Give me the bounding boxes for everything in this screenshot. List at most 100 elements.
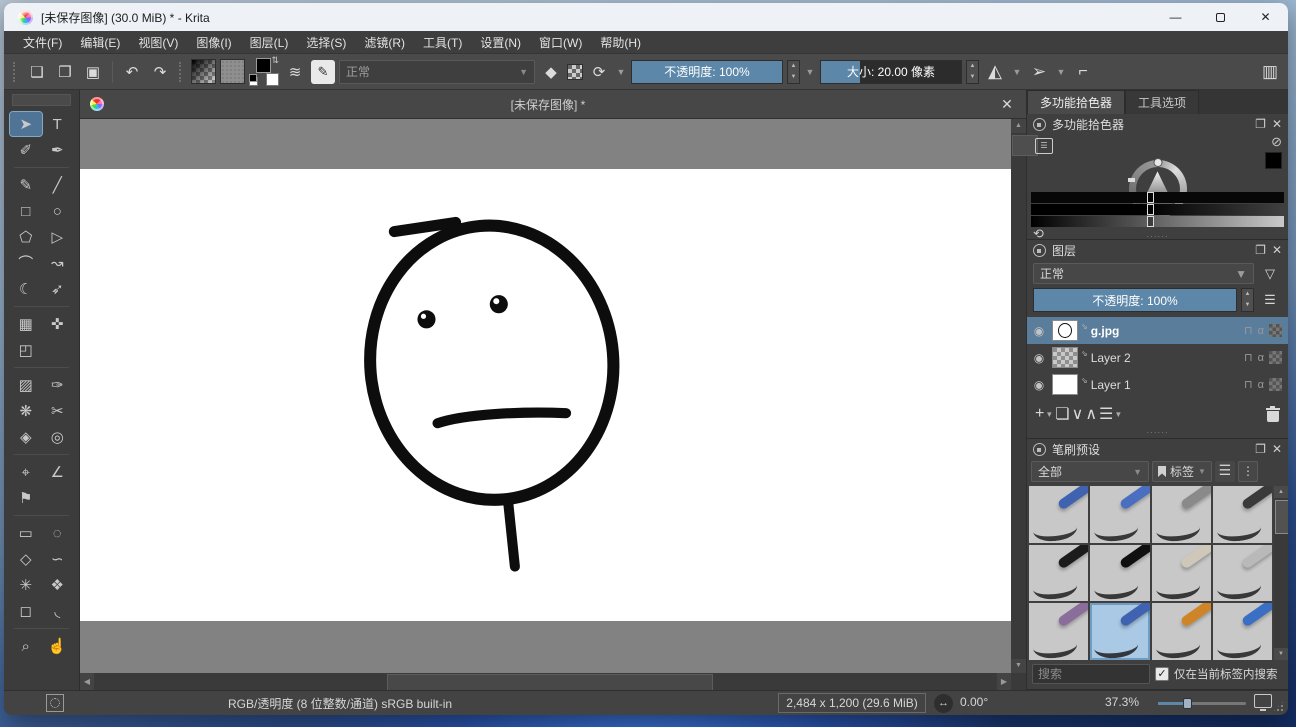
crop-tool[interactable]: ◰ [10,338,42,362]
menu-layer[interactable]: 图层(L) [241,31,298,54]
toolbar-grip[interactable] [179,62,184,82]
layer-lock-icon[interactable]: ⊓ [1244,351,1253,364]
brush-airbrush[interactable] [1213,486,1272,543]
freehand-path-tool[interactable]: ↝ [42,251,74,275]
zoom-slider-handle[interactable] [1183,698,1192,709]
color-sampler-tool[interactable]: ✑ [42,373,74,397]
toolbox-separator[interactable] [10,164,73,171]
toolbox-separator[interactable] [10,303,73,310]
zoom-tool[interactable]: ⌕ [10,634,42,658]
foreground-background-color-widget[interactable]: ⇅ [249,57,279,86]
canvas-area[interactable]: ▲ ▼ ◀ ▶ [80,119,1026,690]
pattern-swatch-button[interactable] [220,59,245,84]
add-layer-button[interactable]: +▼ [1035,405,1053,423]
gradient-tool[interactable]: ▨ [10,373,42,397]
float-docker-icon[interactable]: ❐ [1255,117,1266,131]
layer-visibility-icon[interactable]: ◉ [1031,378,1047,392]
close-button[interactable]: ✕ [1243,3,1288,31]
similar-color-select-tool[interactable]: ❖ [42,573,74,597]
preserve-alpha-button[interactable] [567,64,583,80]
canvas-vertical-scrollbar[interactable]: ▲ ▼ [1011,119,1026,673]
scroll-down-icon[interactable]: ▼ [1011,659,1026,673]
layer-thumbnail[interactable] [1052,320,1078,341]
zoom-percentage[interactable]: 37.3% [1105,695,1139,709]
brush-sketch-pen[interactable] [1213,545,1272,602]
layer-inherit-alpha-icon[interactable] [1269,324,1282,337]
menu-edit[interactable]: 编辑(E) [71,31,129,54]
layer-row[interactable]: ◉ ⇘ Layer 1 ⊓ α [1027,371,1288,398]
close-docker-icon[interactable]: ✕ [1272,117,1282,131]
smart-patch-tool[interactable]: ❋ [10,399,42,423]
lock-docker-icon[interactable] [1033,244,1046,257]
document-close-button[interactable]: ✕ [992,96,1022,113]
opacity-slider[interactable]: 不透明度: 100% [631,60,783,84]
magnetic-select-tool[interactable]: ◟ [42,599,74,623]
menu-view[interactable]: 视图(V) [129,31,187,54]
toolbox-separator[interactable] [10,451,73,458]
menu-tools[interactable]: 工具(T) [414,31,471,54]
brush-ink-pen[interactable] [1029,545,1088,602]
menu-image[interactable]: 图像(I) [187,31,240,54]
scroll-left-icon[interactable]: ◀ [80,673,94,690]
brush-settings-button[interactable]: ≋ [283,59,307,85]
reference-images-tool[interactable]: ⚑ [10,486,42,510]
menu-filter[interactable]: 滤镜(R) [355,31,414,54]
layer-name[interactable]: Layer 2 [1091,351,1239,365]
layer-properties-button[interactable]: ☰▼ [1099,404,1122,424]
color-slider-3[interactable] [1031,216,1284,227]
workspace-chooser-button[interactable]: ▥ [1258,59,1282,85]
brush-fineliner[interactable] [1152,545,1211,602]
dynamic-brush-tool[interactable]: ☾ [10,277,42,301]
polygon-select-tool[interactable]: ◇ [10,547,42,571]
calligraphy-tool[interactable]: ✒ [42,138,74,162]
image-dimensions[interactable]: 2,484 x 1,200 (29.6 MiB) [778,693,926,713]
toolbox-separator[interactable] [10,625,73,632]
horizontal-mirror-button[interactable]: ◭ [983,59,1007,85]
assistants-tool[interactable]: ⌖ [10,460,42,484]
brush-size-spinner[interactable]: ▲▼ [966,60,979,84]
redo-button[interactable]: ↷ [148,59,172,85]
menu-select[interactable]: 选择(S) [297,31,355,54]
bezier-curve-tool[interactable]: ⌒ [10,251,42,275]
layer-row[interactable]: ◉ ⇘ Layer 2 ⊓ α [1027,344,1288,371]
current-color-swatch[interactable] [1265,152,1282,169]
layer-opacity-spinner[interactable]: ▲▼ [1241,288,1254,312]
brush-menu-icon[interactable]: ☰ [1215,461,1235,482]
duplicate-layer-button[interactable]: ❏ [1055,404,1069,424]
scroll-up-icon[interactable]: ▲ [1011,119,1026,133]
fit-to-screen-icon[interactable] [1254,694,1272,708]
brush-pencil[interactable] [1213,603,1272,660]
minimize-button[interactable]: — [1153,3,1198,31]
chevron-down-icon[interactable]: ▼ [804,67,816,77]
brush-scroll-thumb[interactable] [1275,500,1288,534]
gradient-swatch-button[interactable] [191,59,216,84]
title-bar[interactable]: [未保存图像] (30.0 MiB) * - Krita — ✕ [4,3,1288,31]
ellipse-select-tool[interactable]: ◌ [42,521,74,545]
toolbar-grip[interactable] [13,62,18,82]
layer-inherit-alpha-icon[interactable] [1269,378,1282,391]
line-tool[interactable]: ╱ [42,173,74,197]
chevron-down-icon[interactable]: ▼ [1011,67,1023,77]
brush-eraser-soft[interactable] [1152,486,1211,543]
background-color[interactable] [266,73,279,86]
brush-filter-dropdown[interactable]: 全部 ▼ [1031,461,1149,482]
fill-tool[interactable]: ◈ [10,425,42,449]
move-tool[interactable]: ✜ [42,312,74,336]
brush-size-slider[interactable]: 大小: 20.00 像素 [820,60,962,84]
layer-options-menu-icon[interactable]: ☰ [1258,292,1282,308]
layer-thumbnail[interactable] [1052,347,1078,368]
canvas-rotation-value[interactable]: 0.00° [960,695,988,709]
layer-opacity-slider[interactable]: 不透明度: 100% [1033,288,1237,312]
slider-marker[interactable] [1147,204,1154,215]
menu-settings[interactable]: 设置(N) [471,31,530,54]
slider-marker[interactable] [1147,216,1154,227]
layer-name[interactable]: g.jpg [1091,324,1239,338]
similar-select-tool[interactable]: ✳ [10,573,42,597]
docker-drag-handle[interactable]: ······ [1027,430,1288,438]
text-tool[interactable]: T [42,112,74,136]
save-button[interactable]: ▣ [81,59,105,85]
brush-eraser-hard[interactable] [1029,486,1088,543]
delete-layer-button[interactable] [1266,407,1280,422]
slider-marker[interactable] [1147,192,1154,203]
toolbox-spacer[interactable] [42,338,74,362]
